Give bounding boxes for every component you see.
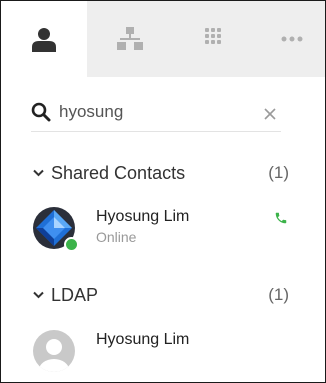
group-header-ldap[interactable]: LDAP (1) [33,283,289,309]
tab-contacts[interactable] [1,1,87,77]
apps-grid-icon [205,28,221,44]
group-name: Shared Contacts [51,163,186,183]
group-count: (1) [268,285,289,304]
group-count: (1) [268,163,289,182]
avatar [33,207,79,252]
chevron-down-icon [33,169,44,177]
group-header-shared-contacts[interactable]: Shared Contacts (1) [33,161,289,187]
close-icon [264,108,276,120]
person-icon [32,28,56,52]
avatar [33,330,75,372]
search-icon [31,102,51,122]
more-dots-icon [281,36,303,42]
default-user-avatar [33,330,75,372]
tab-organization[interactable] [87,1,173,77]
tab-more[interactable] [259,1,325,77]
search-input[interactable] [59,100,249,124]
contact-item[interactable]: Hyosung Lim Online [31,207,291,259]
chevron-down-icon [33,291,44,299]
tab-bar [1,1,325,77]
org-chart-icon [117,27,143,50]
online-status-dot [64,237,79,252]
tab-apps[interactable] [173,1,259,77]
group-name: LDAP [51,285,99,305]
search-bar [31,97,281,132]
clear-search-button[interactable] [259,103,281,125]
phone-icon [275,212,287,224]
contact-item[interactable]: Hyosung Lim [31,330,291,382]
contact-status: Online [96,229,137,245]
contact-name: Hyosung Lim [96,331,190,348]
contacts-panel: Shared Contacts (1) Hyosung Lim Online [0,0,326,383]
contact-name: Hyosung Lim [96,208,190,225]
call-button[interactable] [272,209,290,227]
